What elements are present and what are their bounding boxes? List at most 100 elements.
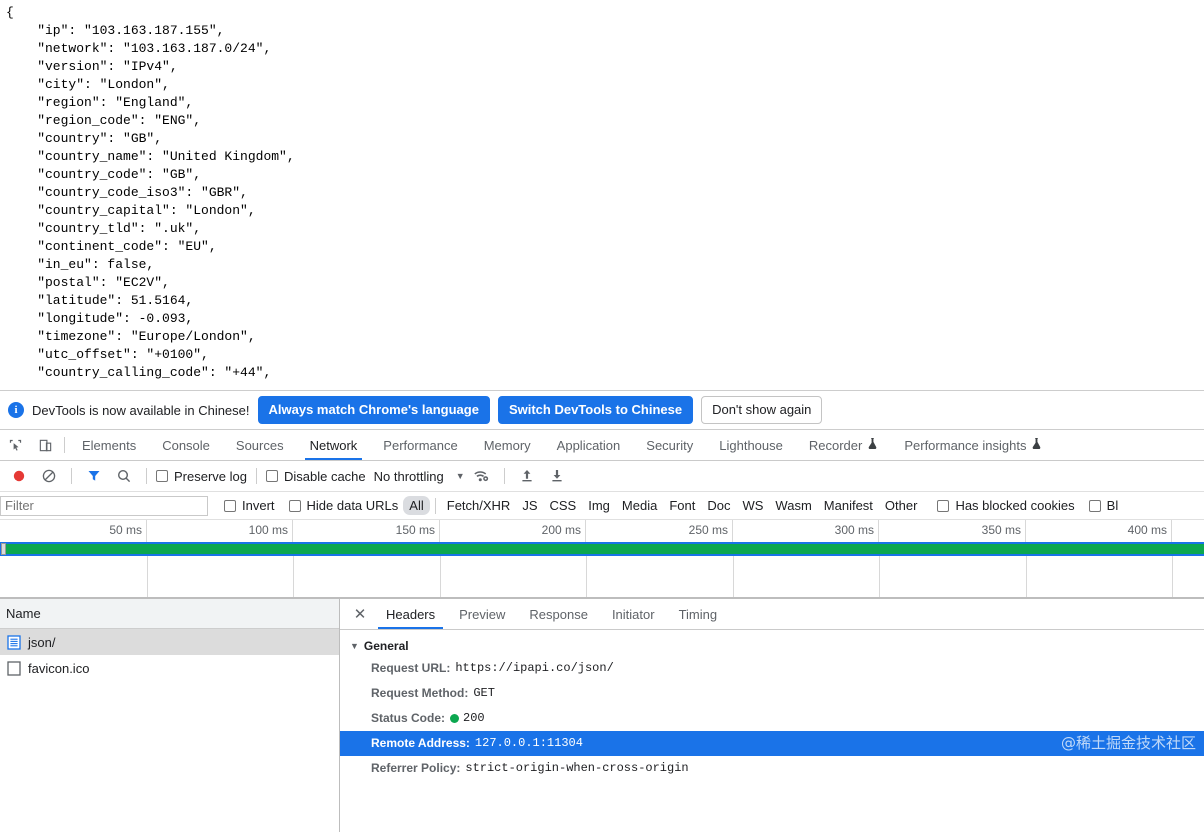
header-row-referrer-policy: Referrer Policy: strict-origin-when-cros… <box>340 756 1204 781</box>
has-blocked-cookies-checkbox[interactable]: Has blocked cookies <box>937 498 1075 513</box>
general-section-header[interactable]: ▼ General <box>340 636 1204 656</box>
request-list-header[interactable]: Name <box>0 599 339 629</box>
search-icon[interactable] <box>111 463 137 489</box>
filter-type-font[interactable]: Font <box>663 496 701 515</box>
chevron-down-icon[interactable]: ▼ <box>456 471 465 481</box>
tab-lighthouse[interactable]: Lighthouse <box>706 430 796 460</box>
checkbox-box <box>937 499 950 512</box>
network-split-view: Name json/ favicon.ico ✕ Headers Preview… <box>0 598 1204 832</box>
device-toolbar-icon[interactable] <box>30 430 60 460</box>
general-section-title: General <box>363 639 409 653</box>
tab-memory[interactable]: Memory <box>471 430 544 460</box>
tab-initiator[interactable]: Initiator <box>600 599 667 629</box>
dont-show-again-button[interactable]: Don't show again <box>701 396 823 424</box>
blocked-requests-label: Bl <box>1106 498 1119 513</box>
timeline-tick: 100 ms <box>248 523 288 537</box>
preserve-log-label: Preserve log <box>174 468 247 484</box>
tab-headers[interactable]: Headers <box>374 599 447 629</box>
json-response-body: { "ip": "103.163.187.155", "network": "1… <box>6 5 295 380</box>
devtools-tabbar: Elements Console Sources Network Perform… <box>0 430 1204 461</box>
tab-preview[interactable]: Preview <box>447 599 517 629</box>
switch-devtools-language-button[interactable]: Switch DevTools to Chinese <box>497 396 694 424</box>
request-row-favicon[interactable]: favicon.ico <box>0 655 339 681</box>
filter-input[interactable] <box>0 495 208 516</box>
infobar-message: DevTools is now available in Chinese! <box>32 402 250 418</box>
record-stop-icon[interactable] <box>6 463 32 489</box>
tab-performance-insights[interactable]: Performance insights <box>891 430 1055 460</box>
hide-data-urls-checkbox[interactable]: Hide data URLs <box>288 498 398 513</box>
request-row-json[interactable]: json/ <box>0 629 339 655</box>
tab-application[interactable]: Application <box>544 430 634 460</box>
timeline-tick: 50 ms <box>109 523 142 537</box>
timeline-tick: 200 ms <box>541 523 581 537</box>
checkbox-box <box>1088 499 1101 512</box>
toolbar-divider <box>146 468 147 484</box>
inspect-icon[interactable] <box>0 430 30 460</box>
document-icon <box>7 634 21 650</box>
tab-recorder[interactable]: Recorder <box>796 430 891 460</box>
network-toolbar: Preserve log Disable cache No throttling… <box>0 461 1204 492</box>
filter-type-media[interactable]: Media <box>616 496 663 515</box>
details-tab-label: Initiator <box>611 606 655 622</box>
page-content-area: { "ip": "103.163.187.155", "network": "1… <box>0 0 1204 390</box>
tab-sources[interactable]: Sources <box>223 430 297 460</box>
header-row-status-code: Status Code: 200 <box>340 706 1204 731</box>
network-overview[interactable]: 50 ms 100 ms 150 ms 200 ms 250 ms 300 ms… <box>0 520 1204 598</box>
blocked-requests-checkbox[interactable]: Bl <box>1088 498 1119 513</box>
preserve-log-checkbox[interactable]: Preserve log <box>156 469 247 484</box>
header-row-remote-address[interactable]: Remote Address: 127.0.0.1:11304 @稀土掘金技术社… <box>340 731 1204 756</box>
filter-type-ws[interactable]: WS <box>736 496 769 515</box>
filter-type-wasm[interactable]: Wasm <box>769 496 817 515</box>
tab-security[interactable]: Security <box>633 430 706 460</box>
filter-type-all[interactable]: All <box>403 496 430 515</box>
wifi-settings-icon[interactable] <box>469 463 495 489</box>
watermark: @稀土掘金技术社区 <box>1060 734 1196 752</box>
filter-icon[interactable] <box>81 463 107 489</box>
tab-label: Sources <box>235 437 284 453</box>
timeline-tick: 250 ms <box>688 523 728 537</box>
flask-icon <box>867 437 878 453</box>
column-header-name: Name <box>6 606 41 621</box>
tab-network[interactable]: Network <box>297 430 371 460</box>
tab-response[interactable]: Response <box>517 599 600 629</box>
info-icon: i <box>8 402 24 418</box>
overview-left-handle[interactable] <box>1 543 6 555</box>
flask-icon <box>1031 437 1042 453</box>
filter-type-manifest[interactable]: Manifest <box>818 496 879 515</box>
details-tab-label: Headers <box>386 606 436 622</box>
close-icon[interactable]: ✕ <box>346 599 374 629</box>
generic-file-icon <box>7 660 21 676</box>
overview-gridlines <box>0 556 1204 597</box>
disable-cache-checkbox[interactable]: Disable cache <box>265 469 366 484</box>
filter-type-fetch-xhr[interactable]: Fetch/XHR <box>441 496 517 515</box>
timeline-tick: 150 ms <box>395 523 435 537</box>
header-key: Status Code: <box>371 711 446 725</box>
invert-checkbox[interactable]: Invert <box>224 498 275 513</box>
filter-type-other[interactable]: Other <box>879 496 924 515</box>
filter-type-img[interactable]: Img <box>582 496 616 515</box>
tab-label: Application <box>556 437 621 453</box>
tab-performance[interactable]: Performance <box>370 430 470 460</box>
tab-console[interactable]: Console <box>149 430 223 460</box>
tab-label: Recorder <box>808 437 863 453</box>
header-value[interactable]: https://ipapi.co/json/ <box>455 660 613 677</box>
filter-type-js[interactable]: JS <box>516 496 543 515</box>
throttling-select[interactable]: No throttling <box>374 469 444 484</box>
tab-timing[interactable]: Timing <box>667 599 730 629</box>
tab-label: Performance <box>383 437 458 453</box>
tab-elements[interactable]: Elements <box>69 430 149 460</box>
status-ok-dot-icon <box>450 714 460 723</box>
always-match-language-button[interactable]: Always match Chrome's language <box>257 396 490 424</box>
network-filterbar: Invert Hide data URLs All Fetch/XHR JS C… <box>0 492 1204 520</box>
timeline-tick: 300 ms <box>834 523 874 537</box>
header-value: GET <box>473 686 495 700</box>
details-tab-label: Preview <box>459 606 506 622</box>
request-name: json/ <box>28 634 56 650</box>
download-arrow-icon[interactable] <box>544 463 570 489</box>
upload-arrow-icon[interactable] <box>514 463 540 489</box>
overview-selection-band[interactable] <box>0 542 1204 556</box>
clear-icon[interactable] <box>36 463 62 489</box>
filter-type-css[interactable]: CSS <box>544 496 583 515</box>
filter-type-doc[interactable]: Doc <box>701 496 736 515</box>
header-key: Referrer Policy: <box>371 761 461 775</box>
